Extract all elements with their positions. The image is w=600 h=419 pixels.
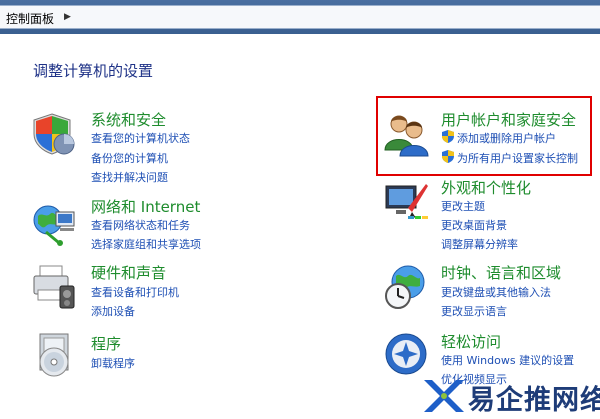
link-change-background[interactable]: 更改桌面背景	[441, 217, 507, 233]
page-title: 调整计算机的设置	[33, 62, 154, 80]
ease-of-access-icon	[385, 333, 427, 375]
clock-globe-icon	[385, 265, 425, 309]
category-system-security-title[interactable]: 系统和安全	[91, 109, 166, 130]
address-bar[interactable]: 控制面板 ▶	[0, 5, 600, 29]
link-change-display-language[interactable]: 更改显示语言	[441, 303, 507, 319]
link-screen-resolution[interactable]: 调整屏幕分辨率	[441, 236, 518, 252]
link-network-status[interactable]: 查看网络状态和任务	[91, 217, 190, 233]
link-change-theme[interactable]: 更改主题	[441, 198, 485, 214]
category-ease-access-title[interactable]: 轻松访问	[441, 331, 501, 352]
category-clock-language-title[interactable]: 时钟、语言和区域	[441, 262, 561, 283]
link-devices-printers[interactable]: 查看设备和打印机	[91, 284, 179, 300]
link-parental-controls[interactable]: 为所有用户设置家长控制	[457, 150, 578, 166]
link-homegroup-sharing[interactable]: 选择家庭组和共享选项	[91, 236, 201, 252]
watermark-text: 易企推网络	[468, 385, 600, 416]
network-globe-icon	[33, 205, 75, 246]
category-programs-title[interactable]: 程序	[91, 333, 121, 354]
appearance-monitor-icon	[385, 184, 428, 219]
link-view-computer-status[interactable]: 查看您的计算机状态	[91, 130, 190, 146]
link-add-remove-user[interactable]: 添加或删除用户帐户	[457, 130, 556, 146]
link-add-device[interactable]: 添加设备	[91, 303, 135, 319]
link-windows-recommended[interactable]: 使用 Windows 建议的设置	[441, 352, 574, 368]
programs-disc-icon	[39, 333, 69, 377]
category-network-title[interactable]: 网络和 Internet	[91, 196, 200, 217]
printer-icon	[33, 265, 75, 309]
link-backup-computer[interactable]: 备份您的计算机	[91, 150, 168, 166]
link-troubleshoot[interactable]: 查找并解决问题	[91, 169, 168, 185]
breadcrumb-chevron-icon[interactable]: ▶	[64, 12, 71, 22]
link-uninstall-program[interactable]: 卸载程序	[91, 355, 135, 371]
watermark: 易企推网络	[420, 374, 600, 419]
watermark-logo-icon	[424, 380, 464, 412]
uac-shield-icon	[442, 150, 454, 163]
window-top-bar: 控制面板 ▶	[0, 0, 600, 34]
link-change-keyboard[interactable]: 更改键盘或其他输入法	[441, 284, 551, 300]
uac-shield-icon	[442, 130, 454, 143]
shield-icon	[33, 113, 75, 155]
breadcrumb-control-panel[interactable]: 控制面板	[6, 10, 54, 27]
category-user-accounts-title[interactable]: 用户帐户和家庭安全	[441, 109, 576, 130]
category-hardware-sound-title[interactable]: 硬件和声音	[91, 262, 166, 283]
category-appearance-title[interactable]: 外观和个性化	[441, 177, 531, 198]
users-icon	[384, 115, 429, 157]
